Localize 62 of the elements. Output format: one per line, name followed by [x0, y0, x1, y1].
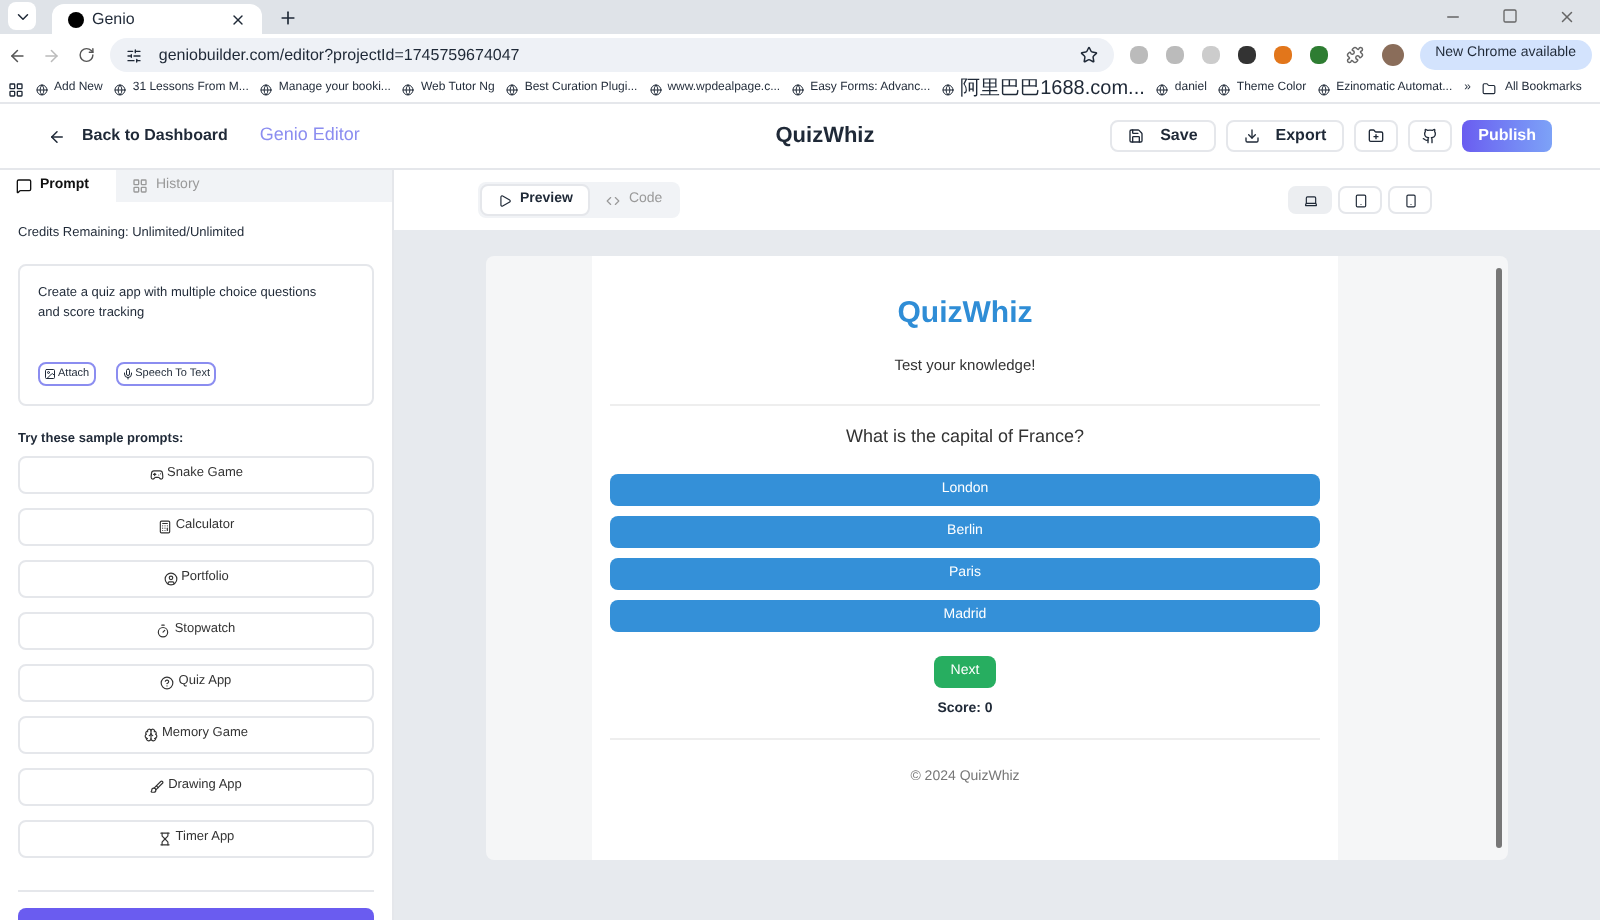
code-icon [606, 193, 621, 207]
download-icon [1243, 128, 1260, 144]
play-icon [498, 193, 512, 207]
github-icon [1422, 128, 1439, 144]
globe-icon [649, 83, 662, 95]
app-title: QuizWhiz [897, 294, 1033, 334]
globe-icon [942, 83, 955, 95]
extensions-icon[interactable] [1345, 46, 1364, 64]
phone-icon [1403, 193, 1417, 207]
globe-icon [260, 83, 273, 95]
apps-icon[interactable] [8, 81, 24, 97]
stopwatch-icon [156, 623, 171, 637]
address-bar[interactable]: geniobuilder.com/editor?projectId=1745759674047 [110, 38, 1114, 72]
globe-icon [1218, 83, 1231, 95]
back-button[interactable]: Back to Dashboard [48, 124, 228, 148]
new-tab-icon[interactable] [278, 8, 298, 28]
hourglass-icon [157, 831, 172, 845]
globe-icon [1156, 83, 1169, 95]
site-settings-icon[interactable] [126, 47, 143, 63]
gamepad-icon [149, 467, 164, 481]
question-icon [160, 675, 175, 689]
user-icon [163, 571, 178, 585]
folder-button[interactable] [1354, 120, 1399, 152]
save-button[interactable]: Save [1110, 120, 1216, 152]
project-title: QuizWhiz [775, 121, 875, 152]
microphone-icon [121, 367, 134, 380]
close-window-icon[interactable] [1558, 8, 1576, 26]
folder-icon [1482, 82, 1497, 96]
avatar-icon[interactable] [1381, 44, 1404, 66]
globe-icon [506, 83, 519, 95]
calculator-icon [157, 519, 172, 533]
save-icon [1128, 128, 1145, 144]
globe-icon [114, 83, 127, 95]
bookmark-item[interactable]: 阿里巴巴1688.com... [942, 79, 1145, 99]
globe-icon [792, 83, 805, 95]
browser-tab[interactable]: Genio [52, 4, 262, 34]
globe-icon [1318, 83, 1331, 95]
reload-icon[interactable] [77, 46, 95, 64]
favicon-icon [68, 11, 84, 27]
scrollbar[interactable] [1496, 268, 1502, 848]
tab-menu-icon[interactable] [8, 2, 36, 30]
grid-icon [132, 178, 148, 194]
back-icon[interactable] [8, 45, 27, 65]
folder-plus-icon [1368, 128, 1385, 144]
brain-icon [144, 727, 158, 741]
globe-icon [36, 83, 48, 95]
brush-icon [150, 779, 165, 793]
bookmark-star-icon[interactable] [1079, 46, 1098, 64]
device-button[interactable] [1338, 186, 1382, 214]
maximize-icon[interactable] [1502, 8, 1518, 24]
github-button[interactable] [1408, 120, 1453, 152]
arrow-left-icon [48, 127, 66, 145]
tablet-icon [1353, 193, 1367, 207]
close-icon[interactable] [230, 11, 246, 27]
image-icon [44, 367, 56, 380]
question-text: What is the capital of France? [845, 423, 1085, 450]
chat-icon [16, 178, 32, 194]
globe-icon [402, 83, 415, 95]
brand-label: Genio Editor [259, 122, 360, 149]
device-button[interactable] [1288, 186, 1332, 214]
export-button[interactable]: Export [1225, 120, 1345, 152]
laptop-icon [1303, 193, 1317, 207]
